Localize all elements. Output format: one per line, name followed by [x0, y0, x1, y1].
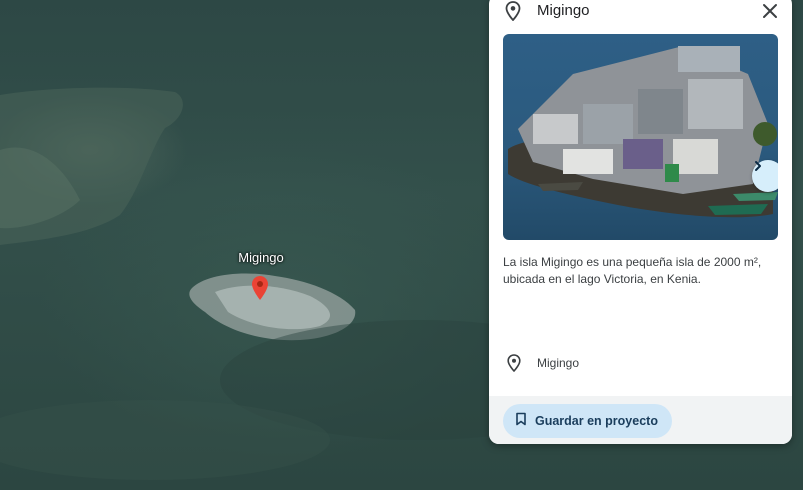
location-text: Migingo — [537, 356, 580, 370]
close-icon[interactable] — [761, 2, 779, 20]
place-photo[interactable] — [503, 34, 778, 240]
next-photo-button[interactable] — [752, 160, 778, 192]
panel-footer: Guardar en proyecto — [489, 396, 792, 444]
place-description: La isla Migingo es una pequeña isla de 2… — [503, 255, 762, 286]
map-marker-label[interactable]: Migingo — [226, 250, 296, 265]
location-row[interactable]: Migingo — [503, 352, 778, 374]
panel-header: Migingo — [489, 0, 792, 34]
place-info-panel: Migingo La isla Migingo es una pequeña i… — [489, 0, 792, 444]
save-button-label: Guardar en proyecto — [535, 414, 658, 428]
location-pin-icon — [505, 1, 521, 22]
location-pin-icon — [507, 354, 521, 373]
save-to-project-button[interactable]: Guardar en proyecto — [503, 404, 672, 438]
bookmark-icon — [515, 412, 527, 431]
map-marker-pin-icon[interactable] — [252, 276, 268, 300]
panel-title: Migingo — [537, 2, 590, 19]
